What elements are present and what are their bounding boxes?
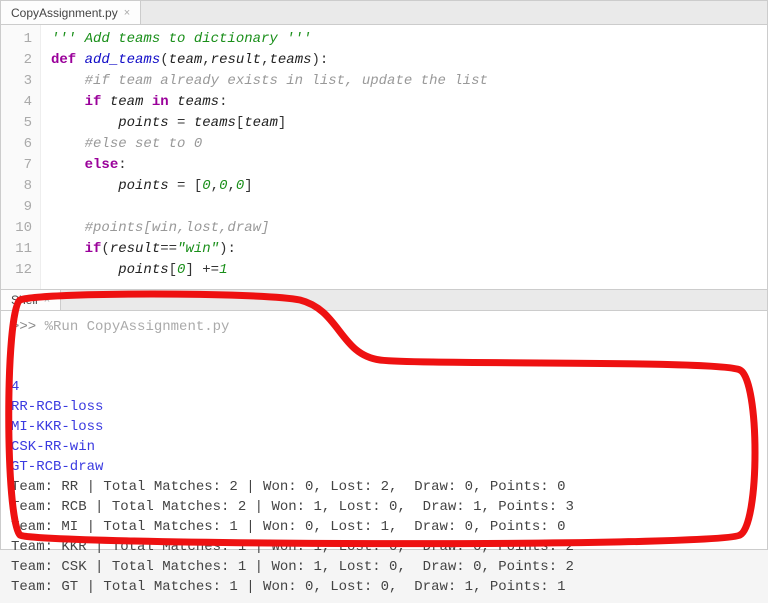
editor-tab[interactable]: CopyAssignment.py × xyxy=(1,1,141,24)
shell-stdout-line: Team: RCB | Total Matches: 2 | Won: 1, L… xyxy=(11,497,757,517)
line-number-gutter: 123456789101112 xyxy=(1,25,41,289)
line-number: 10 xyxy=(1,218,32,239)
line-number: 7 xyxy=(1,155,32,176)
shell-prompt-line: >>> %Run CopyAssignment.py xyxy=(11,317,757,337)
code-line[interactable]: def add_teams(team,result,teams): xyxy=(51,50,488,71)
close-icon[interactable]: × xyxy=(124,7,130,19)
code-line[interactable]: points[0] +=1 xyxy=(51,260,488,281)
code-line[interactable]: if(result=="win"): xyxy=(51,239,488,260)
code-line[interactable]: ''' Add teams to dictionary ''' xyxy=(51,29,488,50)
line-number: 1 xyxy=(1,29,32,50)
shell-stdout-line: Team: CSK | Total Matches: 1 | Won: 1, L… xyxy=(11,557,757,577)
shell-stdout-line: Team: MI | Total Matches: 1 | Won: 0, Lo… xyxy=(11,517,757,537)
shell-stdin-line: 4 xyxy=(11,377,757,397)
shell-stdout-line: Team: KKR | Total Matches: 1 | Won: 1, L… xyxy=(11,537,757,557)
line-number: 2 xyxy=(1,50,32,71)
shell-tab[interactable]: Shell × xyxy=(1,290,61,310)
shell-tabbar: Shell × xyxy=(1,290,767,311)
editor-pane: CopyAssignment.py × 123456789101112 ''' … xyxy=(0,0,768,290)
code-area[interactable]: 123456789101112 ''' Add teams to diction… xyxy=(1,25,767,289)
line-number: 9 xyxy=(1,197,32,218)
editor-tabbar: CopyAssignment.py × xyxy=(1,1,767,25)
code-content[interactable]: ''' Add teams to dictionary '''def add_t… xyxy=(41,25,498,289)
line-number: 11 xyxy=(1,239,32,260)
line-number: 6 xyxy=(1,134,32,155)
shell-stdin-line: CSK-RR-win xyxy=(11,437,757,457)
line-number: 8 xyxy=(1,176,32,197)
shell-stdin-line: RR-RCB-loss xyxy=(11,397,757,417)
line-number: 5 xyxy=(1,113,32,134)
shell-stdout-line: Team: GT | Total Matches: 1 | Won: 0, Lo… xyxy=(11,577,757,597)
shell-tab-label: Shell xyxy=(11,293,38,307)
shell-pane: Shell × >>> %Run CopyAssignment.py 4RR-R… xyxy=(0,290,768,550)
line-number: 4 xyxy=(1,92,32,113)
code-line[interactable]: points = [0,0,0] xyxy=(51,176,488,197)
code-line[interactable]: #points[win,lost,draw] xyxy=(51,218,488,239)
shell-stdin-line: MI-KKR-loss xyxy=(11,417,757,437)
code-line[interactable] xyxy=(51,197,488,218)
editor-tab-label: CopyAssignment.py xyxy=(11,6,118,20)
close-icon[interactable]: × xyxy=(44,294,50,306)
shell-stdin-line: GT-RCB-draw xyxy=(11,457,757,477)
code-line[interactable]: if team in teams: xyxy=(51,92,488,113)
shell-stdout-line: Team: RR | Total Matches: 2 | Won: 0, Lo… xyxy=(11,477,757,497)
code-line[interactable]: else: xyxy=(51,155,488,176)
code-line[interactable]: #else set to 0 xyxy=(51,134,488,155)
line-number: 12 xyxy=(1,260,32,281)
shell-output[interactable]: >>> %Run CopyAssignment.py 4RR-RCB-lossM… xyxy=(1,311,767,603)
code-line[interactable]: #if team already exists in list, update … xyxy=(51,71,488,92)
code-line[interactable]: points = teams[team] xyxy=(51,113,488,134)
line-number: 3 xyxy=(1,71,32,92)
